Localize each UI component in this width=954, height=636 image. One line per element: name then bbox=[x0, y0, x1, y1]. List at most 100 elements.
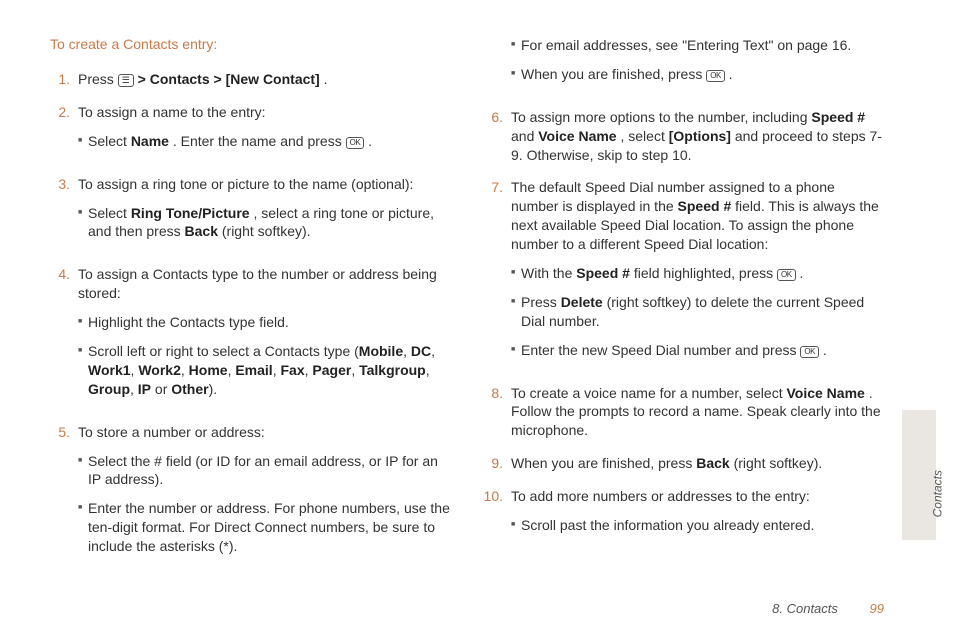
text: field highlighted, press bbox=[634, 265, 777, 281]
bullet-icon: ■ bbox=[511, 293, 521, 331]
t: , bbox=[351, 362, 359, 378]
substep: ■ Press Delete (right softkey) to delete… bbox=[511, 293, 884, 331]
text: To assign more options to the number, in… bbox=[511, 109, 811, 125]
delete-label: Delete bbox=[561, 294, 603, 310]
text: Scroll past the information you already … bbox=[521, 516, 884, 535]
text: Scroll left or right to select a Contact… bbox=[88, 343, 359, 359]
text: . bbox=[324, 71, 328, 87]
type: IP bbox=[138, 381, 151, 397]
text: Select the # field (or ID for an email a… bbox=[88, 452, 451, 490]
t: , bbox=[181, 362, 189, 378]
text: . bbox=[729, 66, 733, 82]
step-1: 1. Press ☰ > Contacts > [New Contact] . bbox=[50, 70, 451, 89]
text: Enter the new Speed Dial number and pres… bbox=[521, 342, 800, 358]
bullet-icon: ■ bbox=[78, 313, 88, 332]
text: Highlight the Contacts type field. bbox=[88, 313, 451, 332]
step-body: To assign a ring tone or picture to the … bbox=[78, 175, 451, 252]
type: Group bbox=[88, 381, 130, 397]
side-section-label: Contacts bbox=[930, 470, 944, 517]
step-number: 2. bbox=[50, 103, 78, 161]
step-5: 5. To store a number or address: ■ Selec… bbox=[50, 423, 451, 566]
back-label: Back bbox=[185, 223, 218, 239]
text: For email addresses, see "Entering Text"… bbox=[521, 36, 884, 55]
text: , select bbox=[620, 128, 668, 144]
step-number: 6. bbox=[483, 108, 511, 165]
substep: ■ When you are finished, press OK . bbox=[511, 65, 884, 84]
t: or bbox=[151, 381, 171, 397]
step-9: 9. When you are finished, press Back (ri… bbox=[483, 454, 884, 473]
right-column: ■ For email addresses, see "Entering Tex… bbox=[483, 36, 884, 580]
type: Other bbox=[171, 381, 208, 397]
text: Press bbox=[78, 71, 118, 87]
step-number: 9. bbox=[483, 454, 511, 473]
step-body: To create a voice name for a number, sel… bbox=[511, 384, 884, 441]
ok-icon: OK bbox=[706, 70, 725, 82]
bullet-icon: ■ bbox=[511, 341, 521, 360]
step-body: The default Speed Dial number assigned t… bbox=[511, 178, 884, 369]
text: To assign a ring tone or picture to the … bbox=[78, 176, 413, 192]
chapter-label: 8. Contacts bbox=[772, 601, 838, 616]
substep: ■ Enter the new Speed Dial number and pr… bbox=[511, 341, 884, 360]
step-5-continued: ■ For email addresses, see "Entering Tex… bbox=[483, 36, 884, 94]
page-body: To create a Contacts entry: 1. Press ☰ >… bbox=[0, 0, 954, 580]
step-number bbox=[483, 36, 511, 94]
step-number: 7. bbox=[483, 178, 511, 369]
type: Mobile bbox=[359, 343, 403, 359]
bullet-icon: ■ bbox=[78, 132, 88, 151]
left-column: To create a Contacts entry: 1. Press ☰ >… bbox=[50, 36, 451, 580]
step-body: To store a number or address: ■ Select t… bbox=[78, 423, 451, 566]
step-4: 4. To assign a Contacts type to the numb… bbox=[50, 265, 451, 408]
type: Email bbox=[235, 362, 272, 378]
back-label: Back bbox=[696, 455, 729, 471]
step-body: To assign more options to the number, in… bbox=[511, 108, 884, 165]
speed-label: Speed # bbox=[811, 109, 865, 125]
text: When you are finished, press bbox=[521, 66, 706, 82]
text: . bbox=[823, 342, 827, 358]
bullet-icon: ■ bbox=[78, 452, 88, 490]
substep: ■ Select Name . Enter the name and press… bbox=[78, 132, 451, 151]
type: Work2 bbox=[138, 362, 181, 378]
steps-list-right: ■ For email addresses, see "Entering Tex… bbox=[483, 36, 884, 545]
text: To create a voice name for a number, sel… bbox=[511, 385, 786, 401]
type: Home bbox=[189, 362, 228, 378]
text: With the bbox=[521, 265, 576, 281]
substep: ■ Select the # field (or ID for an email… bbox=[78, 452, 451, 490]
substep: ■ For email addresses, see "Entering Tex… bbox=[511, 36, 884, 55]
text: To assign a Contacts type to the number … bbox=[78, 266, 437, 301]
step-2: 2. To assign a name to the entry: ■ Sele… bbox=[50, 103, 451, 161]
t: , bbox=[426, 362, 430, 378]
substep: ■ With the Speed # field highlighted, pr… bbox=[511, 264, 884, 283]
step-6: 6. To assign more options to the number,… bbox=[483, 108, 884, 165]
t: , bbox=[431, 343, 435, 359]
t: , bbox=[403, 343, 411, 359]
substep: ■ Scroll left or right to select a Conta… bbox=[78, 342, 451, 399]
step-number: 1. bbox=[50, 70, 78, 89]
bullet-icon: ■ bbox=[78, 342, 88, 399]
type: Fax bbox=[280, 362, 304, 378]
text: To store a number or address: bbox=[78, 424, 265, 440]
speed-label: Speed # bbox=[678, 198, 732, 214]
voice-name-label: Voice Name bbox=[538, 128, 616, 144]
step-7: 7. The default Speed Dial number assigne… bbox=[483, 178, 884, 369]
type: Pager bbox=[312, 362, 351, 378]
bullet-icon: ■ bbox=[511, 264, 521, 283]
type: Work1 bbox=[88, 362, 131, 378]
ok-icon: OK bbox=[777, 269, 796, 281]
step-body: To assign a name to the entry: ■ Select … bbox=[78, 103, 451, 161]
options-label: [Options] bbox=[669, 128, 731, 144]
page-footer: 8. Contacts 99 bbox=[772, 601, 884, 616]
step-number: 5. bbox=[50, 423, 78, 566]
step-body: Press ☰ > Contacts > [New Contact] . bbox=[78, 70, 451, 89]
t: ). bbox=[209, 381, 218, 397]
bullet-icon: ■ bbox=[78, 499, 88, 556]
step-number: 8. bbox=[483, 384, 511, 441]
substep: ■ Enter the number or address. For phone… bbox=[78, 499, 451, 556]
text: . bbox=[800, 265, 804, 281]
type: Talkgroup bbox=[359, 362, 426, 378]
step-8: 8. To create a voice name for a number, … bbox=[483, 384, 884, 441]
step-10: 10. To add more numbers or addresses to … bbox=[483, 487, 884, 545]
step-body: ■ For email addresses, see "Entering Tex… bbox=[511, 36, 884, 94]
text: and bbox=[511, 128, 538, 144]
menu-icon: ☰ bbox=[118, 74, 134, 87]
text: (right softkey). bbox=[222, 223, 311, 239]
